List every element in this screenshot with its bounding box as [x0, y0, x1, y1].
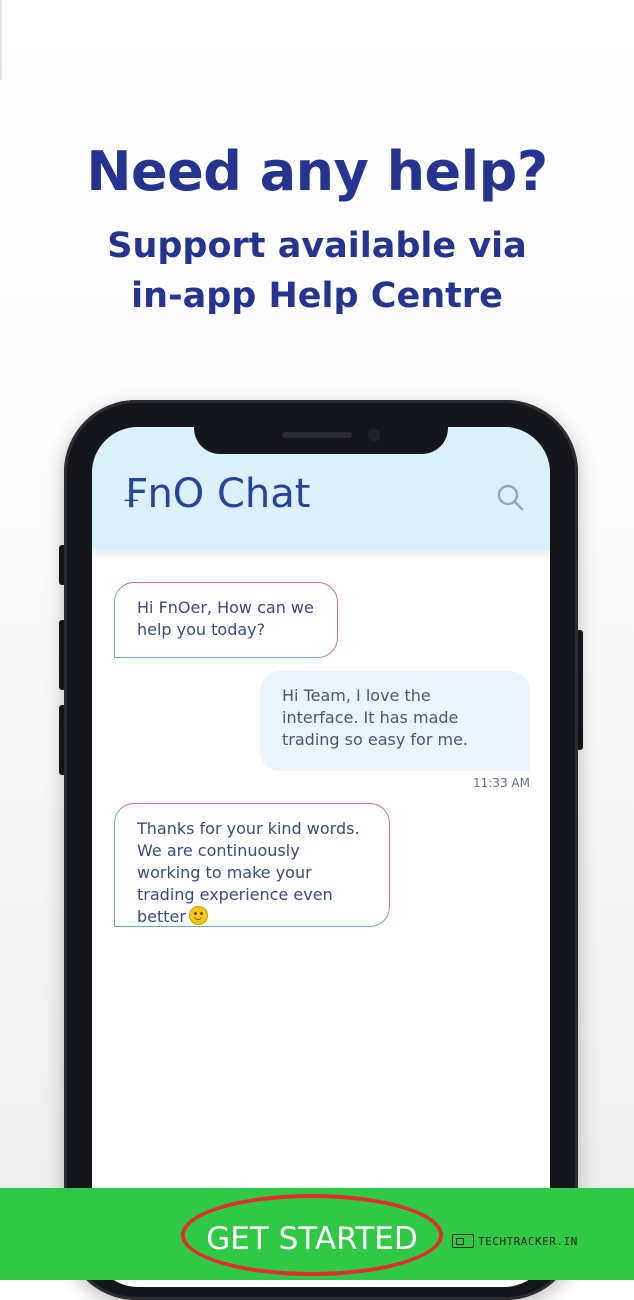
phone-speaker — [282, 432, 352, 438]
smile-emoji-icon — [188, 906, 208, 925]
watermark-text: TECHTRACKER.IN — [478, 1234, 578, 1248]
page-subline-1: Support available via — [107, 226, 527, 266]
message-text: Hi Team, I love the interface. It has ma… — [282, 686, 468, 749]
get-started-button[interactable]: GET STARTED — [181, 1214, 443, 1264]
edge-line — [0, 0, 2, 80]
chat-message-support: Hi FnOer, How can we help you today? — [114, 582, 338, 658]
message-text: Thanks for your kind words. We are conti… — [137, 819, 360, 926]
watermark: TECHTRACKER.IN — [452, 1234, 578, 1248]
page-headline: Need any help? — [86, 140, 548, 203]
phone-camera — [368, 429, 380, 441]
message-timestamp: 11:33 AM — [473, 776, 530, 790]
monitor-icon — [452, 1234, 474, 1248]
search-icon[interactable] — [496, 483, 524, 511]
chat-title: ₣nO Chat — [122, 471, 311, 517]
message-text: Hi FnOer, How can we help you today? — [137, 598, 314, 639]
chat-message-support: Thanks for your kind words. We are conti… — [114, 803, 390, 927]
phone-screen: ₣nO Chat Hi FnOer, How can we help you t… — [92, 427, 550, 1287]
chat-message-user: Hi Team, I love the interface. It has ma… — [260, 671, 530, 771]
page-subline-2: in-app Help Centre — [131, 276, 503, 316]
